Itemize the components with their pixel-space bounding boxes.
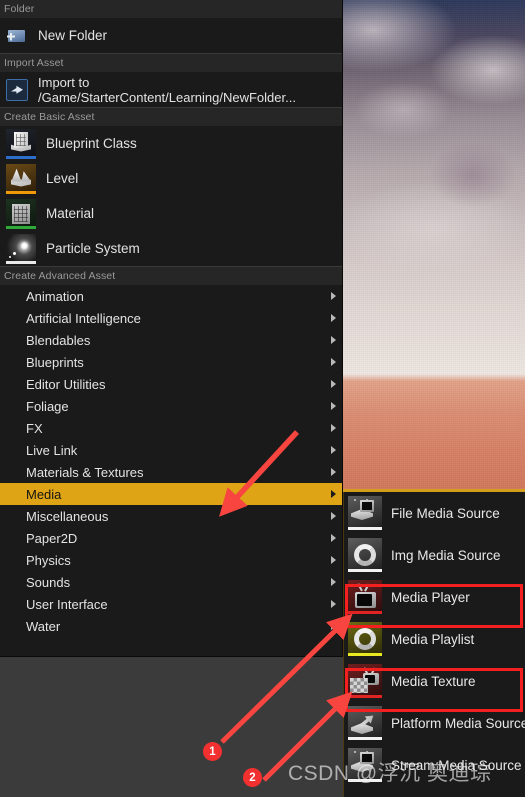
chevron-right-icon [331, 556, 336, 564]
section-header-create-basic-asset: Create Basic Asset [0, 108, 342, 126]
menu-item-editor-utilities[interactable]: Editor Utilities [0, 373, 342, 395]
menu-item-blueprints[interactable]: Blueprints [0, 351, 342, 373]
menu-item-label: Blueprint Class [46, 136, 137, 151]
menu-item-label: Blueprints [26, 354, 84, 370]
import-asset-icon [6, 78, 28, 101]
chevron-right-icon [331, 578, 336, 586]
menu-item-label: FX [26, 420, 43, 436]
level-icon [6, 163, 36, 194]
platform-media-source-icon [348, 706, 382, 740]
menu-item-label: Blendables [26, 332, 91, 348]
section-header-folder: Folder [0, 0, 342, 18]
chevron-right-icon [331, 468, 336, 476]
menu-item-label: Physics [26, 552, 71, 568]
menu-item-live-link[interactable]: Live Link [0, 439, 342, 461]
chevron-right-icon [331, 336, 336, 344]
menu-item-media[interactable]: Media [0, 483, 342, 505]
chevron-right-icon [331, 512, 336, 520]
chevron-right-icon [331, 446, 336, 454]
menu-item-label: Particle System [46, 241, 140, 256]
menu-item-user-interface[interactable]: User Interface [0, 593, 342, 615]
menu-item-label: Paper2D [26, 530, 78, 546]
section-header-import-asset: Import Asset [0, 54, 342, 72]
file-media-source-icon [348, 496, 382, 530]
level-viewport[interactable] [343, 0, 525, 492]
menu-item-label: Import to /Game/StarterContent/Learning/… [38, 74, 296, 105]
menu-item-label: Material [46, 206, 95, 221]
media-player-icon [348, 580, 382, 614]
asset-context-menu: Folder New Folder Import Asset Import to… [0, 0, 343, 657]
menu-item-label: Sounds [26, 574, 71, 590]
submenu-item-file-media-source[interactable]: File Media Source [344, 492, 525, 534]
material-icon [6, 198, 36, 229]
menu-item-label: Materials & Textures [26, 464, 144, 480]
menu-item-fx[interactable]: FX [0, 417, 342, 439]
media-texture-icon [348, 664, 382, 698]
menu-item-physics[interactable]: Physics [0, 549, 342, 571]
chevron-right-icon [331, 292, 336, 300]
menu-item-miscellaneous[interactable]: Miscellaneous [0, 505, 342, 527]
submenu-item-media-playlist[interactable]: Media Playlist [344, 618, 525, 660]
menu-item-material[interactable]: Material [0, 196, 342, 231]
menu-item-paper2d[interactable]: Paper2D [0, 527, 342, 549]
annotation-badge-2: 2 [243, 768, 262, 787]
menu-item-water[interactable]: Water [0, 615, 342, 637]
section-header-create-advanced-asset: Create Advanced Asset [0, 267, 342, 285]
menu-item-label: Foliage [26, 398, 69, 414]
menu-item-label: New Folder [38, 28, 108, 43]
menu-item-blueprint-class[interactable]: Blueprint Class [0, 126, 342, 161]
menu-item-artificial-intelligence[interactable]: Artificial Intelligence [0, 307, 342, 329]
new-folder-icon [6, 25, 28, 47]
menu-item-particle-system[interactable]: Particle System [0, 231, 342, 266]
submenu-item-img-media-source[interactable]: Img Media Source [344, 534, 525, 576]
submenu-item-label: File Media Source [391, 505, 500, 521]
submenu-item-label: Platform Media Source [391, 715, 525, 731]
menu-item-materials-and-textures[interactable]: Materials & Textures [0, 461, 342, 483]
submenu-item-platform-media-source[interactable]: Platform Media Source [344, 702, 525, 744]
particle-system-icon [6, 233, 36, 264]
menu-item-blendables[interactable]: Blendables [0, 329, 342, 351]
menu-item-label: Animation [26, 288, 84, 304]
chevron-right-icon [331, 402, 336, 410]
submenu-item-label: Media Playlist [391, 631, 475, 647]
watermark-text: CSDN @浮沉 奥迪琮 [288, 762, 492, 785]
menu-item-level[interactable]: Level [0, 161, 342, 196]
img-media-source-icon [348, 538, 382, 572]
submenu-item-label: Media Texture [391, 673, 476, 689]
annotation-badge-1: 1 [203, 742, 222, 761]
media-playlist-icon [348, 622, 382, 656]
viewport-noise [343, 0, 525, 492]
menu-item-label: Miscellaneous [26, 508, 109, 524]
submenu-item-label: Media Player [391, 589, 470, 605]
menu-item-label: Water [26, 618, 61, 634]
menu-item-label: Level [46, 171, 79, 186]
media-submenu: File Media Source Img Media Source Media… [343, 492, 525, 797]
menu-item-new-folder[interactable]: New Folder [0, 18, 342, 53]
blueprint-class-icon [6, 128, 36, 159]
menu-item-label: Editor Utilities [26, 376, 106, 392]
submenu-item-media-player[interactable]: Media Player [344, 576, 525, 618]
chevron-right-icon [331, 358, 336, 366]
menu-item-label: Live Link [26, 442, 78, 458]
menu-item-import-to-path[interactable]: Import to /Game/StarterContent/Learning/… [0, 72, 342, 107]
submenu-item-label: Img Media Source [391, 547, 501, 563]
chevron-right-icon [331, 424, 336, 432]
chevron-right-icon [331, 380, 336, 388]
menu-item-label: Media [26, 486, 62, 502]
chevron-right-icon [331, 534, 336, 542]
submenu-item-media-texture[interactable]: Media Texture [344, 660, 525, 702]
menu-item-sounds[interactable]: Sounds [0, 571, 342, 593]
menu-item-label: Artificial Intelligence [26, 310, 141, 326]
chevron-right-icon [331, 314, 336, 322]
chevron-right-icon [331, 622, 336, 630]
chevron-right-icon [331, 490, 336, 498]
menu-item-label: User Interface [26, 596, 108, 612]
screenshot-root: Folder New Folder Import Asset Import to… [0, 0, 525, 797]
menu-item-foliage[interactable]: Foliage [0, 395, 342, 417]
chevron-right-icon [331, 600, 336, 608]
menu-item-animation[interactable]: Animation [0, 285, 342, 307]
